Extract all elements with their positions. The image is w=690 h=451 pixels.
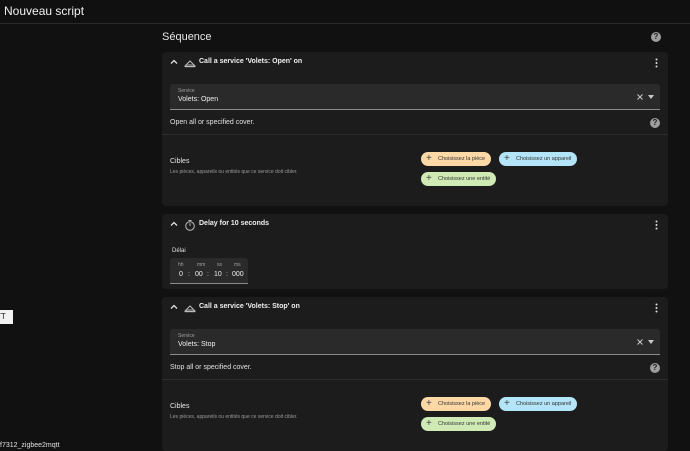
- card-title: Delay for 10 seconds: [199, 220, 270, 227]
- chevron-up-icon[interactable]: [170, 58, 178, 66]
- targets-title: Cibles: [170, 403, 190, 410]
- targets-title: Cibles: [170, 158, 190, 165]
- top-app-bar: Nouveau script: [0, 0, 690, 24]
- sequence-title: Séquence: [162, 31, 212, 43]
- card-title: Call a service 'Volets: Stop' on: [199, 303, 300, 310]
- service-field[interactable]: Service Volets: Stop: [170, 329, 660, 355]
- more-vert-icon[interactable]: [655, 220, 658, 230]
- choose-device-chip[interactable]: + Choisissez un appareil: [499, 152, 578, 166]
- card-header[interactable]: Call a service 'Volets: Stop' on: [162, 297, 668, 319]
- chip-label: Choisissez un appareil: [516, 401, 572, 407]
- left-tag-label: TT: [0, 312, 6, 321]
- clear-icon[interactable]: [636, 93, 644, 101]
- milliseconds-value[interactable]: 000: [232, 271, 244, 278]
- plus-icon: +: [426, 173, 432, 184]
- card-header[interactable]: Delay for 10 seconds: [162, 214, 668, 236]
- sequence-help-icon[interactable]: ?: [651, 32, 661, 42]
- chip-label: Choisissez une entité: [438, 421, 491, 427]
- left-footer-text: f7312_zigbee2mqtt: [0, 442, 60, 449]
- choose-entity-chip[interactable]: + Choisissez une entité: [421, 172, 497, 186]
- plus-icon: +: [426, 418, 432, 429]
- action-card-open: Call a service 'Volets: Open' on Service…: [162, 52, 668, 206]
- delay-label: Délai: [172, 248, 186, 254]
- plus-icon: +: [504, 153, 510, 164]
- chevron-up-icon[interactable]: [170, 220, 178, 228]
- dropdown-arrow-icon[interactable]: [648, 95, 654, 99]
- duration-input[interactable]: hh mm ss ms 0 : 00 : 10 : 000: [170, 258, 248, 284]
- action-card-delay: Delay for 10 seconds Délai hh mm ss ms 0…: [162, 214, 668, 289]
- card-header[interactable]: Call a service 'Volets: Open' on: [162, 52, 668, 74]
- hours-unit: hh: [178, 262, 184, 268]
- seconds-value[interactable]: 10: [214, 271, 222, 278]
- service-field-value: Volets: Open: [178, 96, 219, 103]
- choose-entity-chip[interactable]: + Choisissez une entité: [421, 417, 497, 431]
- minutes-unit: mm: [197, 262, 206, 268]
- action-card-stop: Call a service 'Volets: Stop' on Service…: [162, 297, 668, 451]
- targets-subtitle: Les pièces, appareils ou entités que ce …: [170, 169, 298, 175]
- targets-subtitle: Les pièces, appareils ou entités que ce …: [170, 414, 298, 420]
- divider: [162, 134, 668, 135]
- time-separator: :: [226, 271, 228, 278]
- service-field-label: Service: [178, 333, 195, 339]
- service-help-icon[interactable]: ?: [650, 118, 660, 128]
- choose-device-chip[interactable]: + Choisissez un appareil: [499, 397, 578, 411]
- cover-icon: [184, 60, 196, 68]
- plus-icon: +: [504, 398, 510, 409]
- chevron-up-icon[interactable]: [170, 303, 178, 311]
- chip-label: Choisissez un appareil: [516, 156, 572, 162]
- card-title: Call a service 'Volets: Open' on: [199, 58, 303, 65]
- service-description: Stop all or specified cover.: [170, 364, 252, 371]
- service-help-icon[interactable]: ?: [650, 363, 660, 373]
- service-field[interactable]: Service Volets: Open: [170, 84, 660, 110]
- page-title: Nouveau script: [4, 4, 85, 18]
- service-field-value: Volets: Stop: [178, 341, 216, 348]
- choose-room-chip[interactable]: + Choisissez la pièce: [421, 152, 492, 166]
- milliseconds-unit: ms: [234, 262, 241, 268]
- choose-room-chip[interactable]: + Choisissez la pièce: [421, 397, 492, 411]
- cover-icon: [184, 305, 196, 313]
- chip-label: Choisissez une entité: [438, 176, 491, 182]
- hours-value[interactable]: 0: [179, 271, 183, 278]
- minutes-value[interactable]: 00: [195, 271, 203, 278]
- time-separator: :: [188, 271, 190, 278]
- plus-icon: +: [426, 153, 432, 164]
- seconds-unit: ss: [217, 262, 222, 268]
- more-vert-icon[interactable]: [655, 58, 658, 68]
- chip-label: Choisissez la pièce: [438, 156, 486, 162]
- time-separator: :: [207, 271, 209, 278]
- more-vert-icon[interactable]: [655, 303, 658, 313]
- service-field-label: Service: [178, 88, 195, 94]
- left-tag: TT: [0, 310, 13, 324]
- chip-label: Choisissez la pièce: [438, 401, 486, 407]
- timer-icon: [185, 220, 195, 231]
- plus-icon: +: [426, 398, 432, 409]
- dropdown-arrow-icon[interactable]: [648, 340, 654, 344]
- divider: [162, 379, 668, 380]
- service-description: Open all or specified cover.: [170, 119, 255, 126]
- clear-icon[interactable]: [636, 338, 644, 346]
